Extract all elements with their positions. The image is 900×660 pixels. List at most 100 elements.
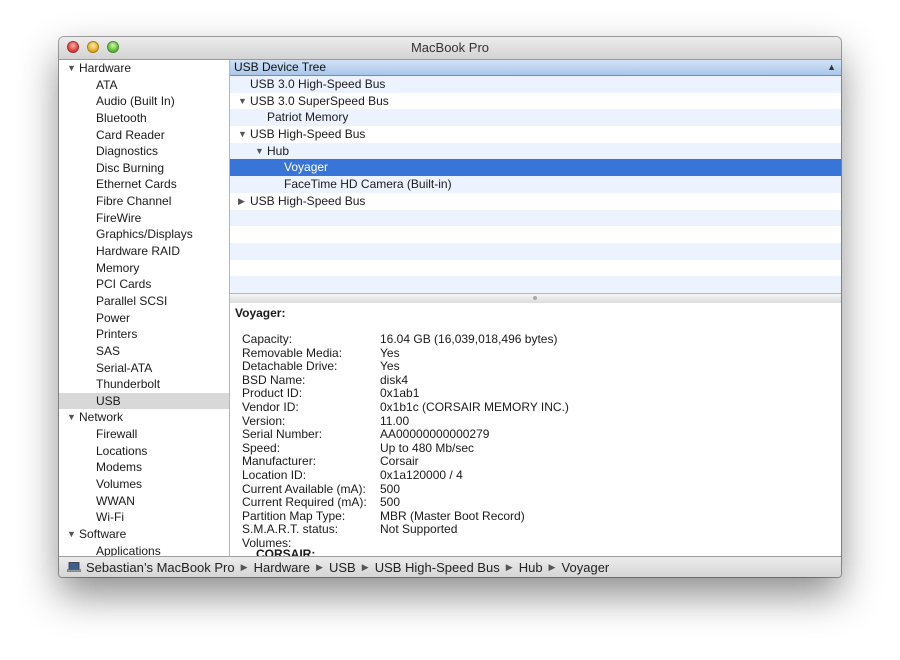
sidebar-item-parallel-scsi[interactable]: Parallel SCSI	[59, 293, 229, 310]
sidebar-item-audio-built-in[interactable]: Audio (Built In)	[59, 93, 229, 110]
property-value: Not Supported	[380, 522, 458, 537]
tree-column-header[interactable]: USB Device Tree ▲	[230, 60, 841, 76]
tree-row-label: Voyager	[284, 160, 329, 175]
property-label: Current Required (mA):	[242, 495, 367, 510]
sidebar-item-label: Firewall	[96, 427, 138, 442]
sidebar-item-label: PCI Cards	[96, 277, 152, 292]
property-label: Detachable Drive:	[242, 359, 338, 374]
sidebar-group-label: Hardware	[79, 61, 132, 75]
disclosure-triangle-icon[interactable]: ▼	[67, 60, 76, 77]
property-value: 0x1a120000 / 4	[380, 468, 463, 482]
sidebar-item-fibre-channel[interactable]: Fibre Channel	[59, 193, 229, 210]
property-value: 0x1b1c (CORSAIR MEMORY INC.)	[380, 400, 569, 414]
tree-row-label: USB High-Speed Bus	[250, 193, 366, 208]
disclosure-triangle-icon[interactable]: ▼	[238, 126, 247, 143]
disclosure-triangle-icon[interactable]: ▼	[67, 409, 76, 426]
sidebar-item-pci-cards[interactable]: PCI Cards	[59, 276, 229, 293]
tree-row[interactable]: Patriot Memory	[230, 109, 841, 127]
sidebar-item-thunderbolt[interactable]: Thunderbolt	[59, 376, 229, 393]
path-crumb[interactable]: Voyager	[562, 557, 610, 577]
property-value: 0x1ab1	[380, 386, 420, 401]
disclosure-triangle-icon[interactable]: ▶	[238, 193, 245, 210]
property-value: disk4	[380, 372, 409, 387]
tree-header-label: USB Device Tree	[234, 60, 327, 74]
property-label: Manufacturer:	[242, 454, 317, 469]
sidebar-group-network[interactable]: ▼ Network	[59, 409, 229, 426]
sidebar-item-label: FireWire	[96, 210, 142, 225]
sidebar-item-volumes[interactable]: Volumes	[59, 476, 229, 493]
sidebar-item-sas[interactable]: SAS	[59, 343, 229, 360]
empty-tree-row	[230, 260, 841, 277]
property-label: Vendor ID:	[242, 400, 299, 414]
tree-row[interactable]: ▼ Hub	[230, 142, 841, 160]
sidebar-item-ethernet-cards[interactable]: Ethernet Cards	[59, 176, 229, 193]
sidebar-item-serial-ata[interactable]: Serial-ATA	[59, 360, 229, 377]
property-label: Location ID:	[242, 468, 307, 482]
disclosure-triangle-icon[interactable]: ▼	[255, 143, 264, 160]
property-value: MBR (Master Boot Record)	[380, 508, 525, 523]
property-label: BSD Name:	[242, 372, 306, 387]
sidebar-item-label: Volumes	[96, 477, 143, 492]
sidebar-item-label: Memory	[96, 260, 140, 275]
property-label: Product ID:	[242, 386, 303, 401]
sidebar-item-usb[interactable]: USB	[59, 392, 229, 410]
empty-tree-row	[230, 242, 841, 260]
sidebar-item-label: Card Reader	[96, 127, 165, 142]
sidebar-item-label: Power	[96, 310, 131, 325]
sidebar-item-power[interactable]: Power	[59, 310, 229, 327]
path-crumb[interactable]: USB High-Speed Bus	[375, 557, 500, 577]
tree-row[interactable]: ▶ USB High-Speed Bus	[230, 193, 841, 210]
sidebar-item-label: Locations	[96, 443, 148, 458]
property-value: 11.00	[380, 413, 410, 428]
path-crumb[interactable]: Hub	[519, 557, 543, 577]
tree-row[interactable]: USB 3.0 High-Speed Bus	[230, 76, 841, 93]
path-crumb[interactable]: Hardware	[254, 557, 310, 577]
sidebar-item-diagnostics[interactable]: Diagnostics	[59, 143, 229, 160]
sidebar-item-graphics-displays[interactable]: Graphics/Displays	[59, 226, 229, 243]
sidebar-group-software[interactable]: ▼ Software	[59, 526, 229, 543]
sidebar-item-label: Bluetooth	[96, 110, 147, 125]
sidebar-item-ata[interactable]: ATA	[59, 77, 229, 94]
sidebar-item-printers[interactable]: Printers	[59, 326, 229, 343]
divider-handle-icon	[533, 296, 537, 300]
sidebar-item-wwan[interactable]: WWAN	[59, 493, 229, 510]
property-label: Removable Media:	[242, 345, 343, 360]
sidebar-item-label: Thunderbolt	[96, 377, 161, 392]
sidebar-item-label: Audio (Built In)	[96, 94, 175, 109]
property-value: 500	[380, 495, 401, 510]
sidebar-item-hardware-raid[interactable]: Hardware RAID	[59, 243, 229, 260]
path-separator-icon: ▶	[240, 562, 248, 572]
tree-row[interactable]: ▼ USB 3.0 SuperSpeed Bus	[230, 93, 841, 110]
tree-row-label: USB 3.0 SuperSpeed Bus	[250, 93, 389, 108]
sidebar-item-label: Modems	[96, 460, 143, 475]
sidebar-item-label: Hardware RAID	[96, 244, 181, 259]
path-separator-icon: ▶	[315, 562, 323, 572]
sidebar-item-memory[interactable]: Memory	[59, 260, 229, 277]
sidebar-group-label: Software	[79, 526, 127, 541]
sidebar-item-modems[interactable]: Modems	[59, 459, 229, 476]
sidebar-item-applications[interactable]: Applications	[59, 543, 229, 556]
tree-row[interactable]: ▼ USB High-Speed Bus	[230, 126, 841, 143]
path-crumb[interactable]: USB	[329, 557, 356, 577]
sidebar-group-hardware[interactable]: ▼ Hardware	[59, 60, 229, 77]
property-value: 500	[380, 481, 401, 496]
sort-ascending-icon: ▲	[827, 62, 836, 72]
property-label: Speed:	[242, 440, 281, 455]
path-crumb[interactable]: Sebastian’s MacBook Pro	[86, 557, 235, 577]
sidebar-item-firewall[interactable]: Firewall	[59, 426, 229, 443]
property-label: Partition Map Type:	[242, 508, 346, 523]
disclosure-triangle-icon[interactable]: ▼	[67, 526, 76, 543]
sidebar-item-label: SAS	[96, 343, 121, 358]
sidebar-item-card-reader[interactable]: Card Reader	[59, 127, 229, 144]
sidebar-item-bluetooth[interactable]: Bluetooth	[59, 110, 229, 127]
tree-row[interactable]: Voyager	[230, 159, 841, 177]
sidebar-item-locations[interactable]: Locations	[59, 443, 229, 460]
sidebar-item-firewire[interactable]: FireWire	[59, 210, 229, 227]
sidebar-item-label: Printers	[96, 327, 138, 342]
tree-row[interactable]: FaceTime HD Camera (Built-in)	[230, 176, 841, 193]
sidebar-item-disc-burning[interactable]: Disc Burning	[59, 160, 229, 177]
property-value: Yes	[380, 345, 400, 360]
sidebar-item-wi-fi[interactable]: Wi-Fi	[59, 509, 229, 526]
sidebar-item-label: Graphics/Displays	[96, 227, 193, 242]
disclosure-triangle-icon[interactable]: ▼	[238, 93, 247, 110]
